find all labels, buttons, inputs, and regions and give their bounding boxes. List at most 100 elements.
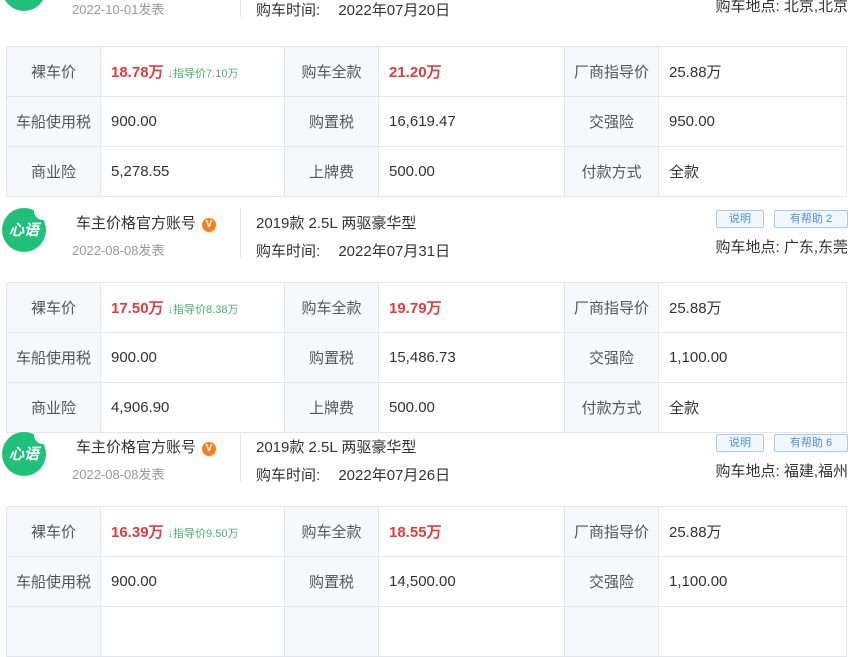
note-button[interactable]: 说明 [716,210,764,228]
cell-key: 交强险 [564,556,659,607]
record-header: 心语 车主价格官方账号 V 2022-08-08发表 2019款 2.5L 两驱豪… [0,198,852,268]
cell-key: 裸车价 [6,46,101,97]
bare-price: 18.78万 [111,64,164,81]
cell-value [378,606,565,657]
account-name-text: 车主价格官方账号 [76,439,197,456]
car-model[interactable]: 2019款 2.5L 两驱豪华型 [256,436,416,457]
cell-value: 500.00 [378,146,565,197]
price-record: 心语 车主价格官方账号 V 2022-08-08发表 2019款 2.5L 两驱豪… [0,198,852,433]
table-row: 裸车价 18.78万 ↓指导价7.10万 购车全款 21.20万 厂商指导价 25… [6,46,847,97]
bare-price: 16.39万 [111,524,164,541]
cell-value: 全款 [658,146,847,197]
cell-key: 裸车价 [6,282,101,333]
note-button[interactable]: 说明 [716,434,764,452]
guide-diff: ↓指导价8.38万 [167,304,239,316]
cell-value: 18.55万 [378,506,565,557]
publish-date: 2022-08-08发表 [72,243,165,258]
cell-key: 商业险 [6,146,101,197]
buy-location: 购车地点: 北京,北京 [715,0,848,15]
cell-key: 厂商指导价 [564,282,659,333]
cell-key: 购车全款 [284,282,379,333]
cell-key: 车船使用税 [6,96,101,147]
header-divider [240,0,241,17]
guide-diff: ↓指导价7.10万 [167,68,239,80]
table-row: 车船使用税 900.00 购置税 16,619.47 交强险 950.00 [6,96,847,147]
cell-value: 16.39万 ↓指导价9.50万 [100,506,285,557]
cell-value: 18.78万 ↓指导价7.10万 [100,46,285,97]
price-table: 裸车价 17.50万 ↓指导价8.38万 购车全款 19.79万 厂商指导价 25… [6,282,847,433]
buy-time-label: 购车时间: [256,467,321,484]
account-name[interactable]: 车主价格官方账号 V [76,212,217,233]
cell-key [284,606,379,657]
record-header: 心语 2022-10-01发表 购车时间: 2022年07月20日 购车地点: … [0,0,852,27]
cell-value: 900.00 [100,332,285,383]
buy-time-label: 购车时间: [256,2,321,19]
price-table: 裸车价 18.78万 ↓指导价7.10万 购车全款 21.20万 厂商指导价 25… [6,46,847,197]
total-price: 18.55万 [389,524,442,541]
table-row: 裸车价 16.39万 ↓指导价9.50万 购车全款 18.55万 厂商指导价 25… [6,506,847,557]
header-divider [240,208,241,258]
cell-value: 950.00 [658,96,847,147]
cell-key: 裸车价 [6,506,101,557]
car-model[interactable]: 2019款 2.5L 两驱豪华型 [256,212,416,233]
cell-value: 19.79万 [378,282,565,333]
cell-key: 购置税 [284,556,379,607]
helpful-button[interactable]: 有帮助 2 [774,210,848,228]
verified-icon: V [202,442,217,456]
avatar[interactable]: 心语 [2,208,46,252]
buy-time-value: 2022年07月31日 [338,243,451,260]
account-name-text: 车主价格官方账号 [76,215,197,232]
cell-value: 25.88万 [658,46,847,97]
cell-value: 15,486.73 [378,332,565,383]
cell-value: 17.50万 ↓指导价8.38万 [100,282,285,333]
cell-value: 1,100.00 [658,332,847,383]
record-header: 心语 车主价格官方账号 V 2022-08-08发表 2019款 2.5L 两驱豪… [0,422,852,492]
cell-key: 厂商指导价 [564,506,659,557]
total-price: 19.79万 [389,300,442,317]
buy-time-value: 2022年07月20日 [338,2,451,19]
cell-value: 1,100.00 [658,556,847,607]
price-record: 心语 2022-10-01发表 购车时间: 2022年07月20日 购车地点: … [0,0,852,197]
cell-key: 车船使用税 [6,332,101,383]
cell-key: 交强险 [564,332,659,383]
avatar[interactable]: 心语 [2,432,46,476]
cell-key: 购置税 [284,96,379,147]
cell-value: 25.88万 [658,506,847,557]
cell-value [100,606,285,657]
cell-key: 购车全款 [284,46,379,97]
total-price: 21.20万 [389,64,442,81]
cell-key [564,606,659,657]
avatar-text: 心语 [8,221,39,239]
table-row: 车船使用税 900.00 购置税 15,486.73 交强险 1,100.00 [6,332,847,383]
publish-date: 2022-08-08发表 [72,467,165,482]
cell-value: 21.20万 [378,46,565,97]
header-divider [240,432,241,482]
buy-location: 购车地点: 福建,福州 [715,463,848,480]
cell-value: 16,619.47 [378,96,565,147]
cell-key: 厂商指导价 [564,46,659,97]
table-row: 车船使用税 900.00 购置税 14,500.00 交强险 1,100.00 [6,556,847,607]
cell-key: 车船使用税 [6,556,101,607]
account-name[interactable]: 车主价格官方账号 V [76,436,217,457]
cell-value: 900.00 [100,96,285,147]
cell-value: 25.88万 [658,282,847,333]
cell-key: 购置税 [284,332,379,383]
buy-time: 购车时间: 2022年07月26日 [256,464,450,485]
avatar[interactable]: 心语 [2,0,46,11]
cell-key: 上牌费 [284,146,379,197]
verified-icon: V [202,218,217,232]
buy-time-label: 购车时间: [256,243,321,260]
buy-location: 购车地点: 广东,东莞 [715,239,848,256]
bare-price: 17.50万 [111,300,164,317]
helpful-button[interactable]: 有帮助 6 [774,434,848,452]
publish-date: 2022-10-01发表 [72,2,165,17]
cell-value: 900.00 [100,556,285,607]
buy-time: 购车时间: 2022年07月31日 [256,240,450,261]
cell-key: 付款方式 [564,146,659,197]
cell-value [658,606,847,657]
table-row: 裸车价 17.50万 ↓指导价8.38万 购车全款 19.79万 厂商指导价 25… [6,282,847,333]
cell-value: 5,278.55 [100,146,285,197]
price-table: 裸车价 16.39万 ↓指导价9.50万 购车全款 18.55万 厂商指导价 25… [6,506,847,657]
table-row [6,606,847,657]
buy-time: 购车时间: 2022年07月20日 [256,0,450,20]
